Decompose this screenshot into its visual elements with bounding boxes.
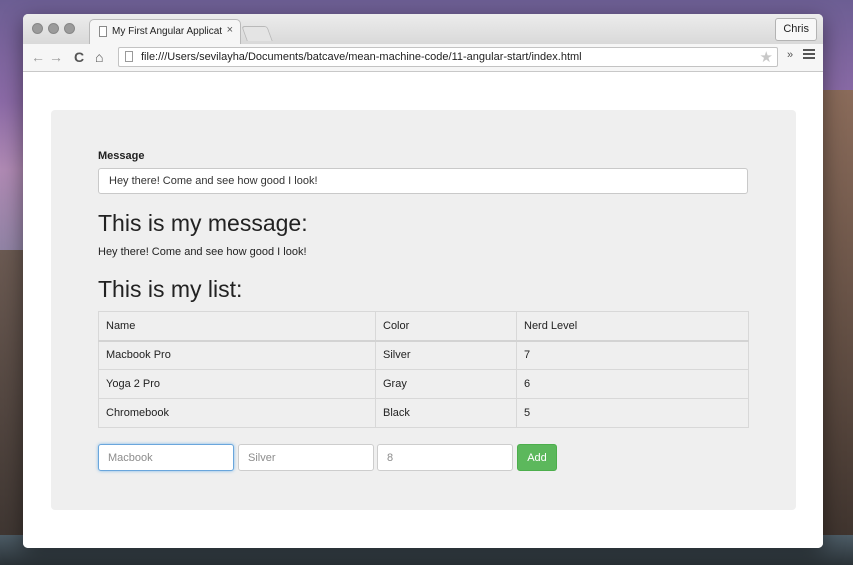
table-row: Chromebook Black 5 [98, 398, 749, 428]
message-heading: This is my message: [98, 210, 308, 236]
table-header-row: Name Color Nerd Level [98, 311, 749, 342]
cell-nerd-level: 5 [516, 398, 749, 428]
table-row: Macbook Pro Silver 7 [98, 340, 749, 370]
extensions-overflow-icon[interactable]: » [787, 49, 793, 61]
new-color-input[interactable] [238, 444, 374, 471]
cell-nerd-level: 7 [516, 340, 749, 370]
column-header-color: Color [375, 311, 517, 342]
reload-icon[interactable]: C [74, 48, 84, 66]
browser-tab[interactable]: My First Angular Applicatio × [89, 19, 241, 45]
new-tab-button[interactable] [241, 26, 273, 41]
message-output: Hey there! Come and see how good I look! [98, 246, 307, 258]
document-icon [99, 26, 107, 37]
menu-icon[interactable] [803, 49, 815, 59]
page-file-icon [125, 51, 133, 62]
home-icon[interactable]: ⌂ [95, 48, 103, 66]
content-well: Message This is my message: Hey there! C… [51, 110, 796, 510]
title-bar: My First Angular Applicatio × Chris [23, 14, 823, 45]
cell-color: Gray [375, 369, 517, 399]
cell-name: Macbook Pro [98, 340, 376, 370]
back-arrow-icon[interactable]: ← [31, 48, 45, 66]
column-header-nerd-level: Nerd Level [516, 311, 749, 342]
tab-close-icon[interactable]: × [227, 24, 233, 36]
column-header-name: Name [98, 311, 376, 342]
bookmark-star-icon[interactable]: ★ [760, 48, 773, 66]
new-nerd-level-input[interactable] [377, 444, 513, 471]
cell-color: Silver [375, 340, 517, 370]
cell-name: Chromebook [98, 398, 376, 428]
url-text: file:///Users/sevilayha/Documents/batcav… [141, 51, 582, 63]
message-input[interactable] [98, 168, 748, 194]
profile-button[interactable]: Chris [775, 18, 817, 41]
minimize-window-button[interactable] [48, 23, 59, 34]
zoom-window-button[interactable] [64, 23, 75, 34]
cell-nerd-level: 6 [516, 369, 749, 399]
forward-arrow-icon[interactable]: → [49, 48, 63, 66]
browser-window: My First Angular Applicatio × Chris ← → … [23, 14, 823, 548]
close-window-button[interactable] [32, 23, 43, 34]
desktop-rock-right [823, 90, 853, 565]
address-bar[interactable]: file:///Users/sevilayha/Documents/batcav… [118, 47, 778, 67]
tab-title: My First Angular Applicatio [112, 26, 222, 37]
new-name-input[interactable] [98, 444, 234, 471]
message-label: Message [98, 150, 145, 162]
cell-color: Black [375, 398, 517, 428]
list-heading: This is my list: [98, 276, 243, 302]
add-button[interactable]: Add [517, 444, 557, 471]
table-row: Yoga 2 Pro Gray 6 [98, 369, 749, 399]
cell-name: Yoga 2 Pro [98, 369, 376, 399]
page-content: Message This is my message: Hey there! C… [23, 72, 823, 548]
browser-toolbar: ← → C ⌂ file:///Users/sevilayha/Document… [23, 44, 823, 72]
computers-table: Name Color Nerd Level Macbook Pro Silver… [98, 311, 749, 428]
